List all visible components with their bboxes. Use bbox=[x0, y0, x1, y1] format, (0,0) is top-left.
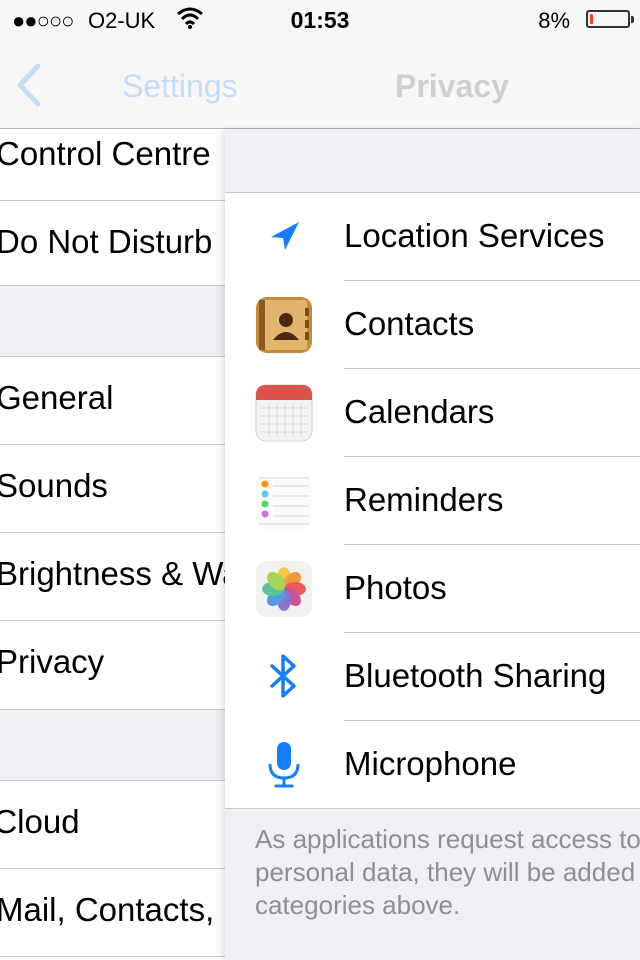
status-bar: ●●○○○ O2-UK 01:53 8% bbox=[0, 0, 640, 40]
privacy-item-location-services[interactable]: Location Services bbox=[225, 193, 640, 281]
battery-level-fill bbox=[590, 14, 593, 24]
privacy-item-microphone[interactable]: Microphone bbox=[225, 721, 640, 809]
privacy-panel: Location Services Contacts Calendars Rem… bbox=[225, 129, 640, 960]
back-chevron-icon[interactable] bbox=[12, 62, 44, 113]
privacy-item-label: Bluetooth Sharing bbox=[344, 657, 607, 694]
settings-list: Control Centre Do Not Disturb General So… bbox=[0, 129, 225, 960]
settings-item-brightness-wallpaper[interactable]: Brightness & Wallpaper bbox=[0, 533, 225, 621]
privacy-item-calendars[interactable]: Calendars bbox=[225, 369, 640, 457]
privacy-item-bluetooth-sharing[interactable]: Bluetooth Sharing bbox=[225, 633, 640, 721]
page-title: Privacy bbox=[395, 68, 509, 104]
settings-item-label: Sounds bbox=[0, 467, 108, 504]
privacy-item-photos[interactable]: Photos bbox=[225, 545, 640, 633]
privacy-item-reminders[interactable]: Reminders bbox=[225, 457, 640, 545]
calendar-app-icon bbox=[255, 384, 313, 442]
privacy-item-label: Reminders bbox=[344, 481, 504, 518]
settings-item-label: General bbox=[0, 379, 114, 416]
privacy-item-contacts[interactable]: Contacts bbox=[225, 281, 640, 369]
bluetooth-icon bbox=[255, 648, 313, 706]
footer-line: personal data, they will be added in the bbox=[255, 857, 640, 887]
microphone-icon bbox=[255, 736, 313, 794]
battery-percent: 8% bbox=[538, 8, 570, 33]
reminders-app-icon bbox=[255, 472, 313, 530]
footer-line: categories above. bbox=[255, 890, 461, 920]
privacy-item-label: Location Services bbox=[344, 217, 605, 254]
section-gap bbox=[0, 709, 225, 781]
navigation-bar: Settings Privacy bbox=[0, 40, 640, 129]
separator bbox=[0, 956, 225, 957]
privacy-list: Location Services Contacts Calendars Rem… bbox=[225, 193, 640, 809]
settings-item-label: Mail, Contacts, Calendars bbox=[0, 891, 225, 928]
settings-item-label: Brightness & Wallpaper bbox=[0, 555, 225, 592]
footer-line: As applications request access to your bbox=[255, 824, 640, 854]
privacy-footer-note: As applications request access to your p… bbox=[255, 823, 640, 922]
settings-item-label: Control Centre bbox=[0, 135, 211, 172]
privacy-item-label: Microphone bbox=[344, 745, 517, 782]
settings-item-control-centre[interactable]: Control Centre bbox=[0, 129, 225, 201]
settings-item-sounds[interactable]: Sounds bbox=[0, 445, 225, 533]
privacy-item-label: Calendars bbox=[344, 393, 495, 430]
privacy-item-label: Photos bbox=[344, 569, 447, 606]
settings-item-label: Privacy bbox=[0, 643, 105, 680]
contacts-app-icon bbox=[255, 296, 313, 354]
settings-item-privacy[interactable]: Privacy bbox=[0, 621, 225, 709]
location-arrow-icon bbox=[255, 208, 313, 266]
settings-item-icloud[interactable]: iCloud bbox=[0, 781, 225, 869]
settings-item-label: iCloud bbox=[0, 803, 80, 840]
section-gap bbox=[225, 129, 640, 193]
section-gap bbox=[0, 285, 225, 357]
settings-item-do-not-disturb[interactable]: Do Not Disturb bbox=[0, 201, 225, 289]
settings-item-label: Do Not Disturb bbox=[0, 223, 213, 260]
battery-icon bbox=[586, 10, 634, 28]
back-button[interactable]: Settings bbox=[122, 68, 238, 105]
privacy-item-label: Contacts bbox=[344, 305, 475, 342]
photos-app-icon bbox=[255, 560, 313, 618]
settings-item-general[interactable]: General bbox=[0, 357, 225, 445]
settings-item-mail-contacts-calendars[interactable]: Mail, Contacts, Calendars bbox=[0, 869, 225, 957]
